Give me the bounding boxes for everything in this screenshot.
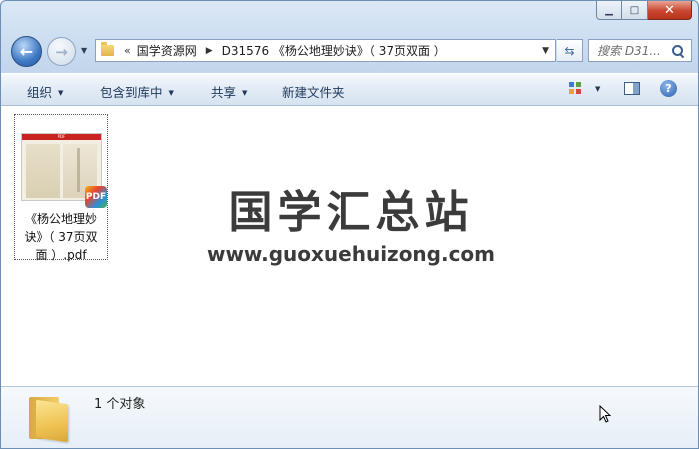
file-item-pdf[interactable]: PDF PDF 《杨公地理妙 诀》（ 37页双 面 ）.pdf: [14, 114, 108, 262]
explorer-window: ▁ □ ✕ ← → ▼ « 国学资源网 ▶ D31576 《杨公地理妙诀》（ 3…: [0, 0, 699, 449]
preview-pane-button[interactable]: [624, 82, 640, 95]
new-folder-button[interactable]: 新建文件夹: [282, 82, 345, 101]
chevron-down-icon: ▼: [58, 89, 64, 97]
search-input[interactable]: 搜索 D31...: [588, 39, 692, 62]
view-grid-icon: [569, 89, 574, 94]
organize-label: 组织: [27, 85, 53, 100]
breadcrumb-separator-icon[interactable]: ▶: [206, 46, 213, 56]
forward-arrow-icon: →: [55, 42, 68, 61]
view-grid-icon: [576, 89, 581, 94]
refresh-button[interactable]: ⇆: [557, 39, 583, 62]
refresh-icon: ⇆: [564, 43, 575, 58]
help-icon: ?: [665, 82, 672, 95]
details-pane: 1 个对象: [1, 386, 698, 448]
thumbnail-page-left: [26, 144, 60, 198]
file-name-line: 《杨公地理妙: [24, 212, 97, 226]
thumbnail-header: PDF: [22, 134, 101, 140]
chevron-down-icon: ▼: [242, 89, 248, 97]
view-grid-icon: [569, 82, 574, 87]
watermark-title: 国学汇总站: [228, 187, 474, 238]
forward-button[interactable]: →: [47, 37, 76, 66]
breadcrumb-item[interactable]: D31576 《杨公地理妙诀》（ 37页双面 ）: [222, 42, 446, 59]
folder-front-shape: [36, 399, 68, 443]
view-options-dropdown[interactable]: ▼: [595, 85, 600, 93]
maximize-button[interactable]: □: [622, 1, 648, 20]
close-button[interactable]: ✕: [648, 1, 692, 20]
search-icon[interactable]: [671, 44, 685, 58]
address-bar[interactable]: « 国学资源网 ▶ D31576 《杨公地理妙诀》（ 37页双面 ） ▼: [95, 39, 556, 62]
search-placeholder: 搜索 D31...: [597, 44, 661, 58]
minimize-button[interactable]: ▁: [596, 1, 622, 20]
item-count: 1 个对象: [94, 397, 146, 412]
file-list-area[interactable]: PDF PDF 《杨公地理妙 诀》（ 37页双 面 ）.pdf 国学汇总站 ww…: [1, 106, 698, 386]
view-grid-icon: [576, 82, 581, 87]
mouse-cursor-icon: [599, 405, 611, 423]
include-in-library-label: 包含到库中: [100, 85, 163, 100]
change-view-button[interactable]: [569, 82, 583, 96]
back-arrow-icon: ←: [19, 42, 34, 61]
file-name-label: 《杨公地理妙 诀》（ 37页双 面 ）.pdf: [15, 210, 107, 264]
breadcrumb-item[interactable]: 国学资源网: [137, 42, 197, 59]
share-menu[interactable]: 共享 ▼: [211, 82, 247, 101]
file-name-line: 诀》（ 37页双: [24, 230, 98, 244]
recent-pages-dropdown[interactable]: ▼: [81, 46, 87, 55]
include-in-library-menu[interactable]: 包含到库中 ▼: [100, 82, 174, 101]
watermark-url: www.guoxuehuizong.com: [206, 242, 496, 266]
caption-buttons: ▁ □ ✕: [596, 1, 692, 20]
organize-menu[interactable]: 组织 ▼: [27, 82, 63, 101]
back-button[interactable]: ←: [11, 36, 42, 67]
share-label: 共享: [211, 85, 237, 100]
folder-icon: [29, 397, 69, 443]
address-history-dropdown[interactable]: ▼: [542, 46, 549, 56]
file-name-line: 面 ）.pdf: [35, 248, 87, 262]
command-bar: 组织 ▼ 包含到库中 ▼ 共享 ▼ 新建文件夹 ▼ ?: [1, 73, 698, 106]
address-overflow-chevron[interactable]: «: [124, 44, 131, 57]
folder-icon: [101, 42, 114, 56]
pdf-file-icon: PDF: [85, 186, 107, 208]
chevron-down-icon: ▼: [168, 89, 174, 97]
help-button[interactable]: ?: [660, 80, 677, 97]
